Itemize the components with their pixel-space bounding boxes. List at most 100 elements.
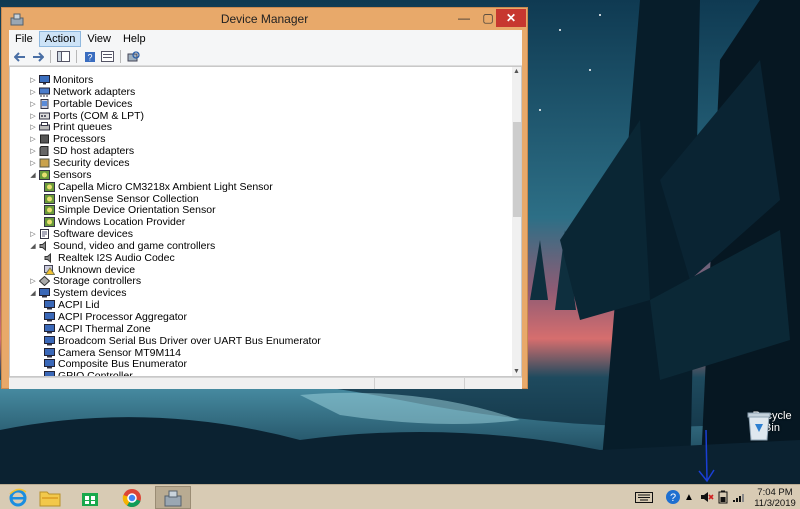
- expanded-arrow-icon[interactable]: ◢: [28, 289, 38, 297]
- tree-category[interactable]: ◢ Sound, video and game controllers: [28, 240, 215, 252]
- collapsed-arrow-icon[interactable]: ▷: [28, 230, 38, 238]
- toolbar-separator: [120, 50, 121, 63]
- sensor-icon: [43, 181, 55, 192]
- chrome-button[interactable]: [114, 486, 150, 509]
- forward-arrow-icon[interactable]: [30, 50, 45, 64]
- expanded-arrow-icon[interactable]: ◢: [28, 242, 38, 250]
- show-hide-console-tree-icon[interactable]: [56, 50, 71, 64]
- properties-icon[interactable]: [100, 50, 115, 64]
- collapsed-arrow-icon[interactable]: ▷: [28, 159, 38, 167]
- scroll-up-arrow-icon[interactable]: ▲: [513, 68, 520, 75]
- tree-category[interactable]: ◢ Sensors: [28, 169, 91, 181]
- scrollbar-thumb[interactable]: [513, 122, 521, 217]
- tree-device[interactable]: GPIO Controller: [43, 370, 133, 377]
- tree-category[interactable]: ▷ Monitors: [28, 74, 93, 86]
- close-button[interactable]: ✕: [496, 9, 526, 27]
- svg-text:?: ?: [670, 492, 676, 504]
- tree-device[interactable]: Unknown device: [43, 264, 135, 276]
- menu-file[interactable]: File: [9, 31, 39, 47]
- device-manager-window: Device Manager — ▢ ✕ File Action View He…: [1, 7, 528, 389]
- system-device-icon: [38, 288, 50, 299]
- internet-explorer-button[interactable]: [0, 486, 36, 509]
- help-icon[interactable]: ?: [664, 489, 682, 505]
- collapsed-arrow-icon[interactable]: ▷: [28, 123, 38, 131]
- collapsed-arrow-icon[interactable]: ▷: [28, 112, 38, 120]
- taskbar-clock[interactable]: 7:04 PM 11/3/2019: [752, 487, 798, 509]
- tree-category[interactable]: ▷ Network adapters: [28, 86, 135, 98]
- system-device-icon: [43, 312, 55, 323]
- menu-help[interactable]: Help: [117, 31, 152, 47]
- window-title: Device Manager: [220, 12, 309, 26]
- network-signal-icon[interactable]: [732, 489, 746, 505]
- tree-device[interactable]: Broadcom Serial Bus Driver over UART Bus…: [43, 335, 321, 347]
- tree-device[interactable]: InvenSense Sensor Collection: [43, 193, 199, 205]
- menu-action[interactable]: Action: [38, 31, 82, 47]
- tree-device[interactable]: ACPI Thermal Zone: [43, 323, 151, 335]
- menu-bar: File Action View Help: [9, 30, 522, 48]
- tree-item-label: Software devices: [53, 228, 133, 241]
- minimize-button[interactable]: —: [451, 9, 477, 27]
- file-explorer-icon: [39, 491, 61, 506]
- collapsed-arrow-icon[interactable]: ▷: [28, 277, 38, 285]
- expanded-arrow-icon[interactable]: ◢: [28, 171, 38, 179]
- speaker-muted-icon[interactable]: [699, 489, 715, 505]
- scan-hardware-changes-icon[interactable]: [126, 50, 141, 64]
- tree-item-label: Portable Devices: [53, 97, 133, 110]
- tree-device[interactable]: Capella Micro CM3218x Ambient Light Sens…: [43, 181, 273, 193]
- store-button[interactable]: [72, 486, 108, 509]
- touch-keyboard-icon[interactable]: [634, 489, 654, 505]
- sensor-icon: [38, 169, 50, 180]
- back-arrow-icon[interactable]: [12, 50, 27, 64]
- store-icon: [82, 492, 98, 506]
- tree-item-label: Storage controllers: [53, 275, 142, 288]
- scroll-down-arrow-icon[interactable]: ▼: [513, 368, 520, 375]
- tree-category[interactable]: ▷ Portable Devices: [28, 98, 132, 110]
- collapsed-arrow-icon[interactable]: ▷: [28, 88, 38, 96]
- tree-item-label: SD host adapters: [53, 145, 135, 158]
- device-manager-taskbar-button[interactable]: [155, 486, 191, 509]
- tree-category[interactable]: ▷ Security devices: [28, 157, 129, 169]
- collapsed-arrow-icon[interactable]: ▷: [28, 147, 38, 155]
- sensor-icon: [43, 193, 55, 204]
- tree-item-label: Realtek I2S Audio Codec: [58, 251, 175, 264]
- network-adapter-icon: [38, 86, 50, 97]
- security-device-icon: [38, 157, 50, 168]
- tree-device[interactable]: ACPI Processor Aggregator: [43, 311, 187, 323]
- system-device-icon: [43, 359, 55, 370]
- printer-icon: [38, 122, 50, 133]
- tree-device[interactable]: ACPI Lid: [43, 299, 99, 311]
- battery-icon[interactable]: [716, 489, 730, 505]
- system-device-icon: [43, 323, 55, 334]
- tree-category[interactable]: ▷ Software devices: [28, 228, 133, 240]
- tree-category[interactable]: ▷ Storage controllers: [28, 275, 141, 287]
- show-hidden-icons-chevron-up-icon[interactable]: ▲: [684, 489, 694, 505]
- vertical-scrollbar[interactable]: ▲ ▼: [512, 67, 521, 376]
- tree-item-label: Print queues: [53, 121, 112, 134]
- tree-item-label: ACPI Lid: [58, 299, 100, 312]
- sensor-icon: [43, 217, 55, 228]
- recycle-bin-icon: [747, 412, 771, 441]
- tree-item-label: Network adapters: [53, 85, 136, 98]
- tree-device[interactable]: Simple Device Orientation Sensor: [43, 204, 216, 216]
- collapsed-arrow-icon[interactable]: ▷: [28, 76, 38, 84]
- tree-item-label: GPIO Controller: [58, 370, 133, 377]
- tree-category[interactable]: ▷ Ports (COM & LPT): [28, 110, 144, 122]
- tree-device[interactable]: Windows Location Provider: [43, 216, 185, 228]
- tree-item-label: Capella Micro CM3218x Ambient Light Sens…: [58, 180, 273, 193]
- help-book-icon[interactable]: ?: [82, 50, 97, 64]
- tree-device[interactable]: Composite Bus Enumerator: [43, 358, 187, 370]
- collapsed-arrow-icon[interactable]: ▷: [28, 100, 38, 108]
- tree-category[interactable]: ▷ Print queues: [28, 121, 112, 133]
- collapsed-arrow-icon[interactable]: ▷: [28, 135, 38, 143]
- tree-category[interactable]: ◢ System devices: [28, 287, 126, 299]
- tree-category[interactable]: ▷ SD host adapters: [28, 145, 134, 157]
- status-bar: [9, 377, 522, 389]
- menu-view[interactable]: View: [81, 31, 117, 47]
- recycle-bin[interactable]: Recycle Bin: [745, 410, 799, 441]
- tree-device[interactable]: Realtek I2S Audio Codec: [43, 252, 175, 264]
- file-explorer-button[interactable]: [32, 486, 68, 509]
- tree-item-label: Camera Sensor MT9M114: [58, 346, 181, 359]
- tree-device[interactable]: Camera Sensor MT9M114: [43, 347, 181, 359]
- title-bar[interactable]: Device Manager — ▢ ✕: [2, 8, 527, 30]
- tree-category[interactable]: ▷ Processors: [28, 133, 105, 145]
